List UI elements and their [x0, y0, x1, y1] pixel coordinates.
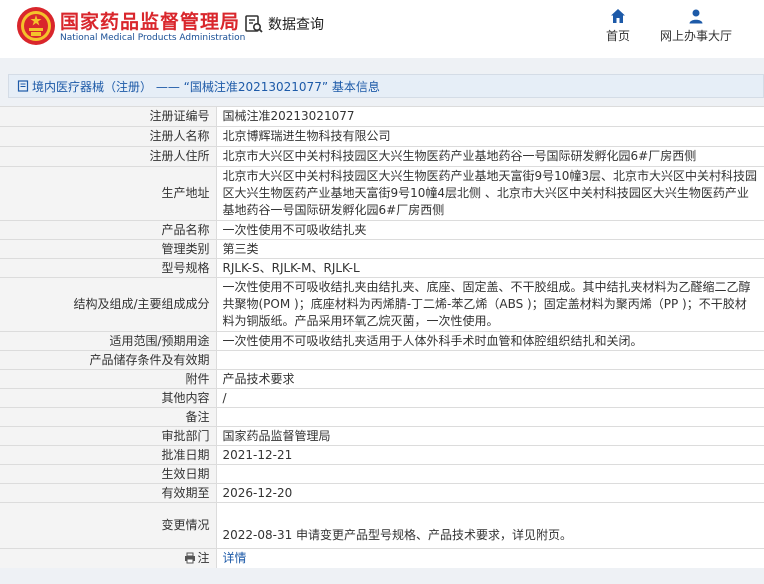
- row-value: 2026-12-20: [215, 483, 764, 503]
- org-name-cn: 国家药品监督管理局: [60, 11, 241, 33]
- row-label: 备注: [0, 407, 217, 427]
- row-label: 生效日期: [0, 464, 217, 484]
- row-value: [215, 350, 764, 370]
- table-row: 备注: [0, 407, 764, 427]
- row-label: 变更情况: [0, 502, 217, 549]
- table-row: 有效期至 2026-12-20: [0, 483, 764, 503]
- table-row: 产品名称 一次性使用不可吸收结扎夹: [0, 220, 764, 240]
- nav-online-service-hall[interactable]: 网上办事大厅: [660, 8, 732, 44]
- row-label: 管理类别: [0, 239, 217, 259]
- row-value: 北京市大兴区中关村科技园区大兴生物医药产业基地药谷一号国际研发孵化园6#厂房西侧: [215, 146, 764, 167]
- table-row: 适用范围/预期用途 一次性使用不可吸收结扎夹适用于人体外科手术时血管和体腔组织结…: [0, 331, 764, 351]
- row-label: 结构及组成/主要组成成分: [0, 277, 217, 332]
- nav-home[interactable]: 首页: [606, 8, 630, 44]
- row-label: 注册人名称: [0, 126, 217, 147]
- row-value: 2021-12-21: [215, 445, 764, 465]
- data-query-label: 数据查询: [268, 17, 324, 33]
- table-row: 注册证编号 国械注准20213021077: [0, 106, 764, 127]
- row-value: 第三类: [215, 239, 764, 259]
- document-icon: [17, 80, 29, 92]
- device-info-table: 注册证编号 国械注准20213021077 注册人名称 北京博辉瑞进生物科技有限…: [0, 106, 764, 568]
- row-value: [215, 407, 764, 427]
- row-label: 适用范围/预期用途: [0, 331, 217, 351]
- table-row: 注 详情: [0, 548, 764, 568]
- note-label: 注: [197, 550, 210, 565]
- row-label: 审批部门: [0, 426, 217, 446]
- table-row: 注册人名称 北京博辉瑞进生物科技有限公司: [0, 126, 764, 147]
- details-link[interactable]: 详情: [223, 551, 247, 565]
- table-row: 管理类别 第三类: [0, 239, 764, 259]
- table-row: 附件 产品技术要求: [0, 369, 764, 389]
- data-query-icon: [245, 15, 263, 33]
- printer-icon: [185, 552, 196, 564]
- row-value: /: [215, 388, 764, 408]
- nav-online-service-hall-label: 网上办事大厅: [660, 29, 733, 43]
- row-label: 产品名称: [0, 220, 217, 240]
- row-label: 生产地址: [0, 166, 217, 221]
- row-value: 国家药品监督管理局: [215, 426, 764, 446]
- row-value: 一次性使用不可吸收结扎夹适用于人体外科手术时血管和体腔组织结扎和关闭。: [215, 331, 764, 351]
- table-row: 型号规格 RJLK-S、RJLK-M、RJLK-L: [0, 258, 764, 278]
- data-query-link[interactable]: 数据查询: [244, 14, 324, 34]
- table-row: 批准日期 2021-12-21: [0, 445, 764, 465]
- row-label: 注册人住所: [0, 146, 217, 167]
- row-label: 批准日期: [0, 445, 217, 465]
- row-value: 一次性使用不可吸收结扎夹由结扎夹、底座、固定盖、不干胶组成。其中结扎夹材料为乙醛…: [215, 277, 764, 332]
- row-value: RJLK-S、RJLK-M、RJLK-L: [215, 258, 764, 278]
- row-label: 产品储存条件及有效期: [0, 350, 217, 370]
- row-label: 附件: [0, 369, 217, 389]
- row-label: 其他内容: [0, 388, 217, 408]
- row-value: 国械注准20213021077: [215, 106, 764, 127]
- home-icon: [611, 9, 625, 23]
- table-row: 产品储存条件及有效期: [0, 350, 764, 370]
- org-name-en: National Medical Products Administration: [60, 33, 246, 43]
- national-emblem-icon: [17, 7, 55, 45]
- table-row: 结构及组成/主要组成成分 一次性使用不可吸收结扎夹由结扎夹、底座、固定盖、不干胶…: [0, 277, 764, 332]
- record-title-bar: 境内医疗器械（注册） —— “国械注准20213021077” 基本信息: [8, 74, 764, 98]
- table-row: 变更情况 2022-08-31 申请变更产品型号规格、产品技术要求，详见附页。: [0, 502, 764, 549]
- row-label: 有效期至: [0, 483, 217, 503]
- row-value: 北京市大兴区中关村科技园区大兴生物医药产业基地天富街9号10幢3层、北京市大兴区…: [215, 166, 764, 221]
- table-row: 审批部门 国家药品监督管理局: [0, 426, 764, 446]
- row-label: 注册证编号: [0, 106, 217, 127]
- row-value: 2022-08-31 申请变更产品型号规格、产品技术要求，详见附页。: [215, 502, 764, 549]
- table-row: 其他内容 /: [0, 388, 764, 408]
- row-value: 北京博辉瑞进生物科技有限公司: [215, 126, 764, 147]
- user-icon: [689, 9, 703, 24]
- row-value: 一次性使用不可吸收结扎夹: [215, 220, 764, 240]
- nav-home-label: 首页: [606, 29, 631, 43]
- row-value: 产品技术要求: [215, 369, 764, 389]
- row-label: 注: [0, 548, 217, 568]
- table-row: 注册人住所 北京市大兴区中关村科技园区大兴生物医药产业基地药谷一号国际研发孵化园…: [0, 146, 764, 167]
- record-title: 境内医疗器械（注册） —— “国械注准20213021077” 基本信息: [32, 79, 380, 94]
- site-header: 国家药品监督管理局 National Medical Products Admi…: [0, 0, 764, 58]
- row-label: 型号规格: [0, 258, 217, 278]
- table-row: 生产地址 北京市大兴区中关村科技园区大兴生物医药产业基地天富街9号10幢3层、北…: [0, 166, 764, 221]
- row-value: [215, 464, 764, 484]
- row-value: 详情: [215, 548, 764, 568]
- table-row: 生效日期: [0, 464, 764, 484]
